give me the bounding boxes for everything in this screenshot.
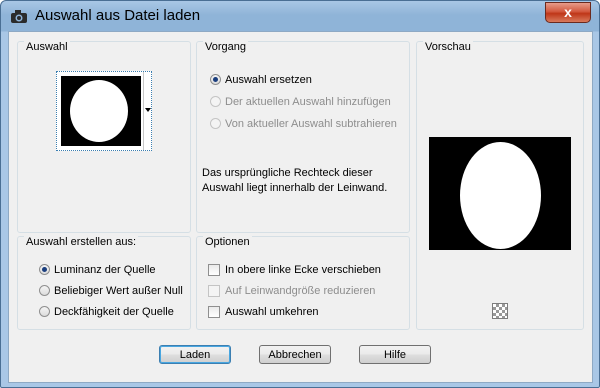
radio-label: Luminanz der Quelle [54,264,156,276]
window-title: Auswahl aus Datei laden [35,7,201,24]
radio-label: Von aktueller Auswahl subtrahieren [225,118,397,130]
camera-icon [11,10,27,23]
load-button[interactable]: Laden [159,345,231,364]
radio-dot[interactable] [210,74,221,85]
cancel-button[interactable]: Abbrechen [259,345,331,364]
checkbox-label: In obere linke Ecke verschieben [225,264,381,276]
group-title-vorschau: Vorschau [423,41,473,53]
group-vorgang: Vorgang [196,41,410,233]
radio-label: Beliebiger Wert außer Null [54,285,183,297]
radio-label: Deckfähigkeit der Quelle [54,306,174,318]
group-title-auswahl: Auswahl [24,41,70,53]
checkerboard-icon[interactable] [492,303,508,319]
checkbox[interactable] [208,264,220,276]
radio-dot[interactable] [39,285,50,296]
chevron-down-icon[interactable] [145,108,151,112]
radio-label: Der aktuellen Auswahl hinzufügen [225,96,391,108]
dialog-body: Auswahl Vorgang Auswahl ersetzen Der akt… [8,31,593,383]
help-button[interactable]: Hilfe [359,345,431,364]
checkbox-label: Auf Leinwandgröße reduzieren [225,285,376,297]
selection-thumbnail-image [61,76,141,146]
radio-label: Auswahl ersetzen [225,74,312,86]
dialog-window: Auswahl aus Datei laden x Auswahl Vorgan… [0,0,600,388]
radio-dot[interactable] [210,96,221,107]
radio-dot[interactable] [39,306,50,317]
group-title-optionen: Optionen [203,236,252,248]
close-button[interactable]: x [545,2,591,23]
checkbox-label: Auswahl umkehren [225,306,319,318]
group-title-erstellen: Auswahl erstellen aus: [24,236,139,248]
dropdown-separator [143,72,144,150]
checkbox[interactable] [208,285,220,297]
radio-dot[interactable] [210,118,221,129]
info-text: Das ursprüngliche Rechteck dieser Auswah… [202,167,388,194]
title-bar[interactable]: Auswahl aus Datei laden x [1,1,599,31]
group-title-vorgang: Vorgang [203,41,248,53]
preview-image [429,137,571,250]
selection-thumbnail-picker[interactable] [56,71,152,151]
checkbox[interactable] [208,306,220,318]
radio-dot[interactable] [39,264,50,275]
